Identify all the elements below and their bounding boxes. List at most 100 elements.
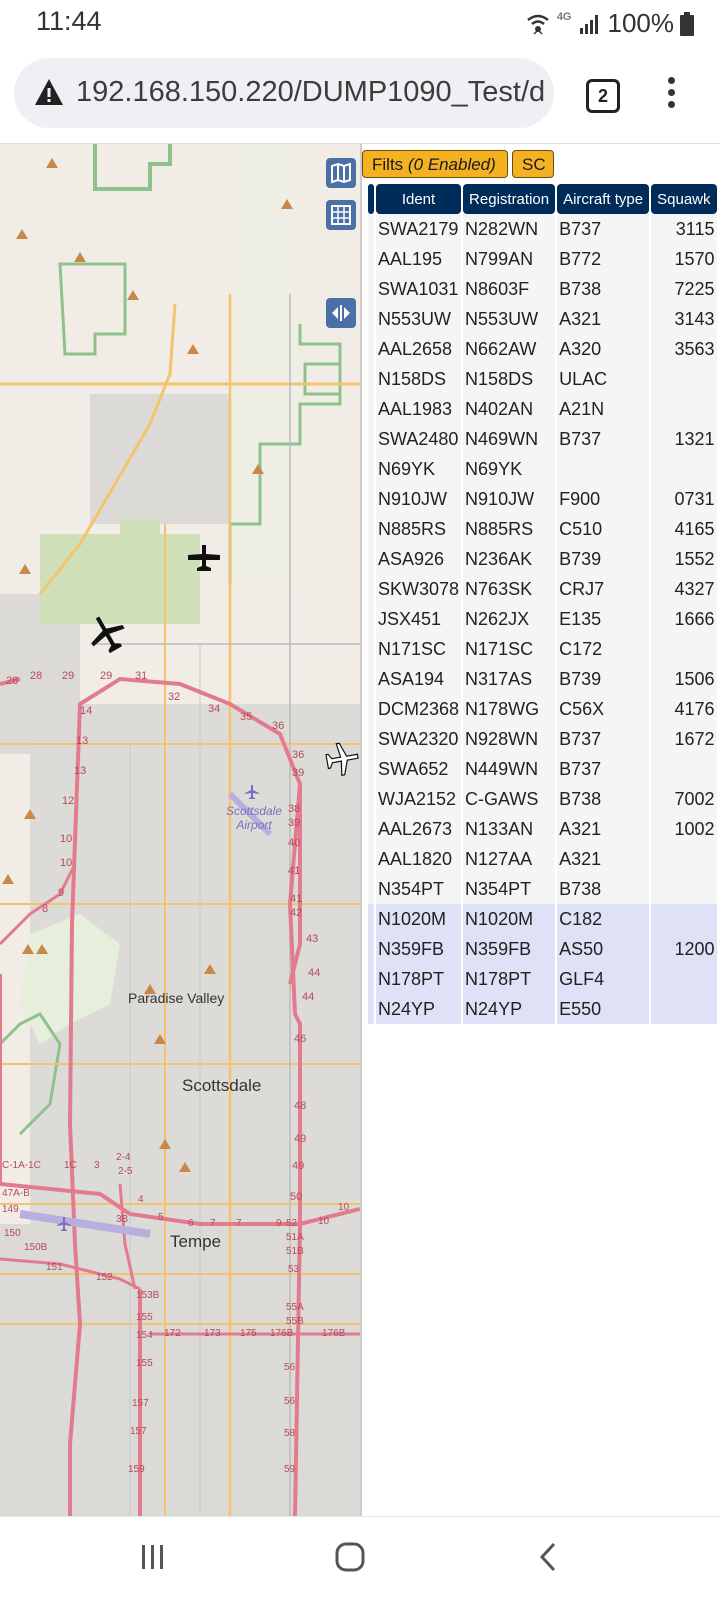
status-time: 11:44 [36,6,102,36]
svg-text:50: 50 [290,1191,302,1203]
warning-icon[interactable] [34,78,64,106]
table-row[interactable]: JSX451 N262JX E135 1666 [368,604,717,634]
svg-text:55B: 55B [286,1316,304,1327]
table-row[interactable]: N24YP N24YP E550 [368,994,717,1024]
aircraft-marker-1[interactable] [187,543,221,573]
svg-text:8: 8 [42,903,48,915]
back-icon[interactable] [536,1541,560,1573]
address-bar[interactable]: 192.168.150.220/DUMP1090_Test/d [14,58,554,128]
table-row[interactable]: N69YK N69YK [368,454,717,484]
cell-aircraft-type: E135 [557,604,650,634]
table-row[interactable]: N354PT N354PT B738 [368,874,717,904]
map-icon [331,162,351,184]
column-header-aircraft-type[interactable]: Aircraft type [557,184,650,214]
svg-text:10: 10 [60,857,72,869]
more-menu-icon[interactable] [664,77,678,111]
cell-squawk: 1200 [651,934,717,964]
svg-text:36: 36 [272,720,284,732]
row-marker [368,664,374,694]
map-layers-button[interactable] [326,158,356,188]
table-row[interactable]: SWA2320 N928WN B737 1672 [368,724,717,754]
map-base[interactable]: 28 28 29 29 31 32 34 35 36 36 39 38 39 4… [0,144,360,1516]
cell-ident: N1020M [376,904,462,934]
table-row[interactable]: SWA2179 N282WN B737 3115 [368,214,717,244]
table-row[interactable]: ASA926 N236AK B739 1552 [368,544,717,574]
cell-squawk [651,364,717,394]
table-row[interactable]: DCM2368 N178WG C56X 4176 [368,694,717,724]
cell-aircraft-type: F900 [557,484,650,514]
row-marker [368,994,374,1024]
table-row[interactable]: SWA652 N449WN B737 [368,754,717,784]
table-row[interactable]: AAL2658 N662AW A320 3563 [368,334,717,364]
svg-text:35: 35 [240,711,252,723]
table-row[interactable]: WJA2152 C-GAWS B738 7002 [368,784,717,814]
cell-ident: AAL2658 [376,334,462,364]
table-row[interactable]: SWA2480 N469WN B737 1321 [368,424,717,454]
split-arrows-icon [332,305,350,321]
row-marker [368,934,374,964]
table-row[interactable]: N171SC N171SC C172 [368,634,717,664]
table-row[interactable]: ASA194 N317AS B739 1506 [368,664,717,694]
cell-ident: N553UW [376,304,462,334]
cell-registration: N158DS [463,364,556,394]
cell-ident: SKW3078 [376,574,462,604]
cell-squawk: 4327 [651,574,717,604]
cell-ident: N885RS [376,514,462,544]
svg-text:55A: 55A [286,1302,304,1313]
map-view[interactable]: 28 28 29 29 31 32 34 35 36 36 39 38 39 4… [0,144,362,1516]
svg-text:151: 151 [46,1262,63,1273]
cell-registration: N359FB [463,934,556,964]
svg-text:29: 29 [62,670,74,682]
url-text[interactable]: 192.168.150.220/DUMP1090_Test/d [76,76,545,109]
home-icon[interactable] [334,1541,366,1573]
row-marker [368,694,374,724]
column-header-registration[interactable]: Registration [463,184,556,214]
row-marker [368,544,374,574]
svg-text:34: 34 [208,703,220,715]
cell-registration: N236AK [463,544,556,574]
table-row[interactable]: N359FB N359FB AS50 1200 [368,934,717,964]
table-row[interactable]: N1020M N1020M C182 [368,904,717,934]
sc-button[interactable]: SC [512,150,554,178]
svg-text:42: 42 [290,907,302,919]
grid-toggle-button[interactable] [326,200,356,230]
row-marker [368,724,374,754]
aircraft-marker-3[interactable] [322,739,361,778]
table-row[interactable]: SWA1031 N8603F B738 7225 [368,274,717,304]
table-row[interactable]: AAL195 N799AN B772 1570 [368,244,717,274]
cell-registration: N469WN [463,424,556,454]
tab-switcher-button[interactable]: 2 [586,79,620,113]
column-header-squawk[interactable]: Squawk [651,184,717,214]
svg-text:10: 10 [318,1216,330,1227]
svg-text:44: 44 [308,967,320,979]
expand-panel-button[interactable] [326,298,356,328]
table-row[interactable]: AAL1820 N127AA A321 [368,844,717,874]
table-row[interactable]: N885RS N885RS C510 4165 [368,514,717,544]
table-row[interactable]: N553UW N553UW A321 3143 [368,304,717,334]
cell-aircraft-type: A321 [557,844,650,874]
row-marker [368,484,374,514]
cell-ident: N354PT [376,874,462,904]
airport-icon-sky-harbor [57,1217,71,1231]
cell-squawk: 3563 [651,334,717,364]
svg-text:39: 39 [288,817,300,829]
row-marker [368,844,374,874]
cell-squawk: 0731 [651,484,717,514]
row-marker [368,214,374,244]
column-header-ident[interactable]: Ident [376,184,462,214]
table-row[interactable]: N910JW N910JW F900 0731 [368,484,717,514]
cell-squawk: 3143 [651,304,717,334]
table-row[interactable]: N178PT N178PT GLF4 [368,964,717,994]
cell-registration: N354PT [463,874,556,904]
column-header-blank[interactable] [368,184,374,214]
cell-registration: N317AS [463,664,556,694]
table-row[interactable]: AAL1983 N402AN A21N [368,394,717,424]
filters-button[interactable]: Filts (0 Enabled) [362,150,508,178]
recent-apps-icon[interactable] [140,1541,166,1573]
svg-text:150: 150 [4,1228,21,1239]
row-marker [368,244,374,274]
table-row[interactable]: SKW3078 N763SK CRJ7 4327 [368,574,717,604]
cell-squawk: 1552 [651,544,717,574]
table-row[interactable]: N158DS N158DS ULAC [368,364,717,394]
table-row[interactable]: AAL2673 N133AN A321 1002 [368,814,717,844]
